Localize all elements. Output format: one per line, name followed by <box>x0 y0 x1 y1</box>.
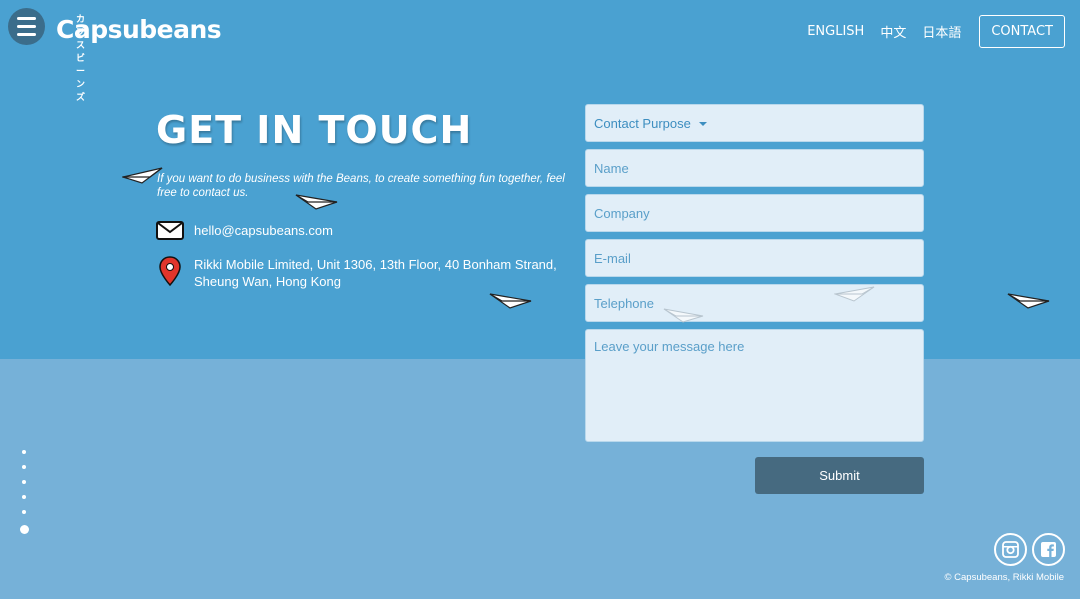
logo-text: Capsubeans <box>56 15 222 44</box>
copyright-text: © Capsubeans, Rikki Mobile <box>944 572 1064 583</box>
section-dots <box>18 450 30 545</box>
section-dot[interactable] <box>22 480 26 484</box>
address-line-2: Sheung Wan, Hong Kong <box>194 274 341 289</box>
page-title: GET IN TOUCH <box>156 108 473 152</box>
instagram-icon <box>1002 541 1019 558</box>
paper-plane-icon <box>663 308 704 323</box>
nav-japanese[interactable]: 日本語 <box>922 22 961 41</box>
name-field[interactable]: Name <box>585 149 924 187</box>
paper-plane-icon <box>122 167 163 184</box>
submit-button[interactable]: Submit <box>755 457 924 494</box>
map-pin-icon <box>156 256 184 286</box>
facebook-icon <box>1041 542 1056 557</box>
paper-plane-icon <box>1007 293 1050 309</box>
contact-purpose-select[interactable]: Contact Purpose <box>585 104 924 142</box>
paper-plane-icon <box>295 194 338 210</box>
nav-chinese[interactable]: 中文 <box>880 22 906 41</box>
email-field[interactable]: E-mail <box>585 239 924 277</box>
address-row: Rikki Mobile Limited, Unit 1306, 13th Fl… <box>156 256 557 290</box>
hamburger-icon <box>17 17 36 20</box>
contact-purpose-label: Contact Purpose <box>594 115 691 131</box>
email-row: hello@capsubeans.com <box>156 221 333 240</box>
section-dot-active[interactable] <box>19 525 29 534</box>
section-dot[interactable] <box>22 465 26 469</box>
paper-plane-icon <box>489 293 532 309</box>
section-dot[interactable] <box>22 495 26 499</box>
instagram-button[interactable] <box>994 533 1027 566</box>
message-field[interactable]: Leave your message here <box>585 329 924 442</box>
intro-text: If you want to do business with the Bean… <box>157 173 565 199</box>
section-dot[interactable] <box>22 510 26 514</box>
address-text: Rikki Mobile Limited, Unit 1306, 13th Fl… <box>194 256 557 290</box>
contact-button[interactable]: CONTACT <box>979 15 1065 48</box>
nav-english[interactable]: ENGLISH <box>807 24 864 39</box>
address-line-1: Rikki Mobile Limited, Unit 1306, 13th Fl… <box>194 257 557 272</box>
language-nav: ENGLISH 中文 日本語 CONTACT <box>807 15 1065 48</box>
section-dot[interactable] <box>22 450 26 454</box>
company-field[interactable]: Company <box>585 194 924 232</box>
paper-plane-icon <box>834 286 875 302</box>
menu-button[interactable] <box>8 8 45 45</box>
email-link[interactable]: hello@capsubeans.com <box>194 222 333 239</box>
caret-down-icon <box>698 122 707 126</box>
facebook-button[interactable] <box>1032 533 1065 566</box>
envelope-icon <box>156 221 184 240</box>
